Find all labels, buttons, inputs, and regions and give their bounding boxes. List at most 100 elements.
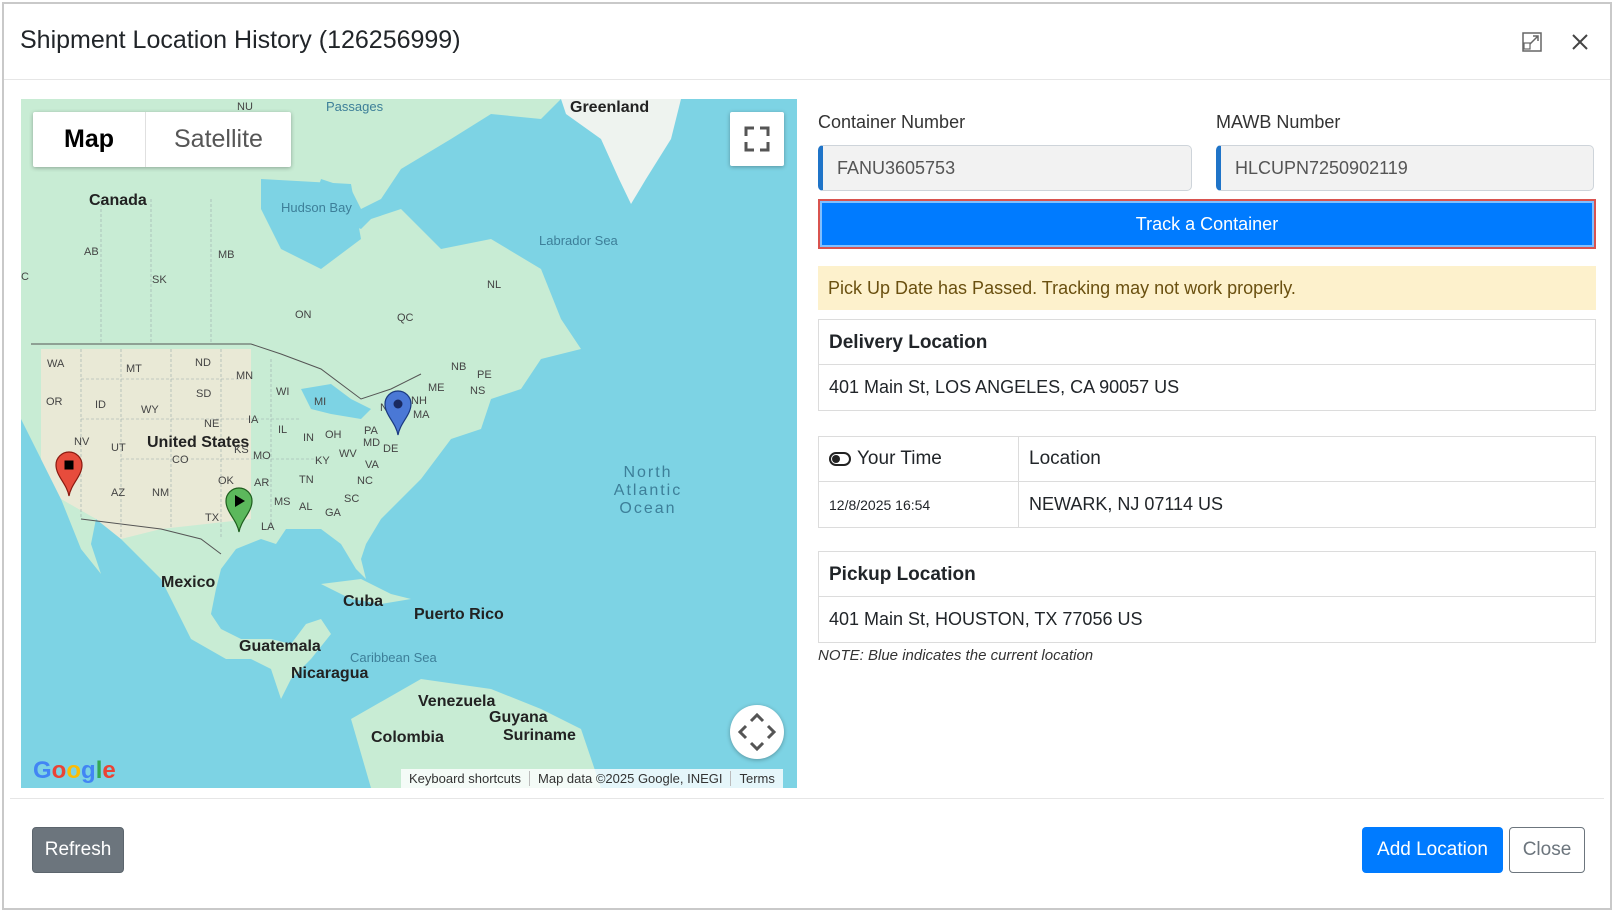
- location-history-table: Your Time Location 12/8/2025 16:54 NEWAR…: [818, 436, 1596, 528]
- time-column-label: Your Time: [857, 448, 942, 469]
- state-label: WI: [276, 386, 290, 398]
- modal-title: Shipment Location History (126256999): [20, 26, 461, 54]
- state-label: IL: [278, 424, 288, 436]
- state-label: MS: [274, 496, 291, 508]
- map-type-satellite-button[interactable]: Satellite: [146, 112, 291, 167]
- map-attribution: Keyboard shortcuts Map data ©2025 Google…: [401, 769, 783, 788]
- state-label: NE: [204, 418, 220, 430]
- state-label: WV: [339, 448, 357, 460]
- map-label-caribbean-sea: Caribbean Sea: [350, 650, 437, 665]
- delivery-location-heading: Delivery Location: [819, 320, 1595, 365]
- location-column-header: Location: [1029, 448, 1101, 469]
- state-label: AB: [84, 246, 99, 258]
- toggle-icon[interactable]: [829, 452, 851, 466]
- state-label: VA: [365, 459, 379, 471]
- modal-footer-divider: [10, 798, 1604, 799]
- state-label: NM: [152, 487, 170, 499]
- state-label: ME: [428, 382, 445, 394]
- map-type-control: Map Satellite: [33, 112, 291, 167]
- current-marker[interactable]: [384, 390, 412, 436]
- map-type-map-button[interactable]: Map: [33, 112, 146, 167]
- state-label: MA: [413, 409, 430, 421]
- google-logo: Google: [33, 757, 116, 784]
- delivery-location-address: 401 Main St, LOS ANGELES, CA 90057 US: [829, 377, 1180, 397]
- row-location: NEWARK, NJ 07114 US: [1029, 494, 1224, 514]
- state-label: IN: [303, 432, 314, 444]
- state-label: DE: [383, 443, 399, 455]
- state-label: KY: [315, 455, 330, 467]
- close-icon[interactable]: [1566, 28, 1594, 56]
- map-label-puerto-rico: Puerto Rico: [414, 606, 504, 623]
- ocean-line-3: Ocean: [619, 500, 677, 517]
- pickup-marker[interactable]: [225, 487, 253, 533]
- state-label: PA: [364, 425, 378, 437]
- state-label: ID: [95, 399, 106, 411]
- add-location-button[interactable]: Add Location: [1362, 827, 1503, 873]
- container-number-input[interactable]: FANU3605753: [818, 145, 1192, 191]
- state-label: WA: [47, 358, 65, 370]
- state-label: MT: [126, 363, 142, 375]
- state-label: ON: [295, 309, 312, 321]
- state-label: AR: [254, 477, 270, 489]
- track-container-button[interactable]: Track a Container: [818, 199, 1596, 249]
- state-label: NB: [451, 361, 467, 373]
- time-column-header[interactable]: Your Time: [819, 437, 1019, 481]
- pickup-location-address: 401 Main St, HOUSTON, TX 77056 US: [829, 609, 1143, 629]
- pickup-date-warning: Pick Up Date has Passed. Tracking may no…: [818, 266, 1596, 310]
- state-label: QC: [397, 312, 414, 324]
- refresh-button[interactable]: Refresh: [32, 827, 124, 873]
- mawb-number-label: MAWB Number: [1216, 112, 1341, 132]
- state-label: ND: [195, 357, 211, 369]
- mawb-number-input[interactable]: HLCUPN7250902119: [1216, 145, 1594, 191]
- pickup-location-card: Pickup Location 401 Main St, HOUSTON, TX…: [818, 551, 1596, 643]
- state-label: SK: [152, 274, 167, 286]
- state-label: TX: [205, 512, 220, 524]
- camera-control-icon: [737, 712, 777, 752]
- state-label: UT: [111, 442, 126, 454]
- state-label: SC: [344, 493, 360, 505]
- close-button[interactable]: Close: [1509, 827, 1585, 873]
- map-label-suriname: Suriname: [503, 727, 576, 744]
- state-label: NS: [470, 385, 486, 397]
- state-label: AZ: [111, 487, 126, 499]
- map-view[interactable]: NU Passages Greenland Canada Hudson Bay …: [21, 99, 797, 788]
- terms-link[interactable]: Terms: [731, 771, 782, 786]
- fullscreen-button[interactable]: [730, 112, 784, 166]
- container-number-label: Container Number: [818, 112, 966, 132]
- keyboard-shortcuts-link[interactable]: Keyboard shortcuts: [401, 771, 531, 786]
- map-label-passages: Passages: [326, 99, 384, 114]
- state-label: MI: [314, 396, 327, 408]
- state-label: MB: [218, 249, 235, 261]
- table-header-row: Your Time Location: [819, 437, 1595, 482]
- current-location-note: NOTE: Blue indicates the current locatio…: [818, 647, 1094, 664]
- map-label-canada: Canada: [89, 192, 147, 209]
- map-label-mexico: Mexico: [161, 574, 216, 591]
- state-label: LA: [261, 521, 275, 533]
- map-label-nicaragua: Nicaragua: [291, 665, 369, 682]
- state-label: OH: [325, 429, 342, 441]
- state-label: NH: [411, 395, 427, 407]
- row-time: 12/8/2025 16:54: [819, 482, 1019, 527]
- modal-header: Shipment Location History (126256999): [4, 4, 1610, 80]
- map-label-colombia: Colombia: [371, 729, 444, 746]
- map-data-text: Map data ©2025 Google, INEGI: [530, 771, 732, 786]
- state-label: MO: [253, 450, 271, 462]
- state-label: WY: [141, 404, 159, 416]
- state-label: OK: [218, 475, 234, 487]
- state-label: PE: [477, 369, 492, 381]
- map-label-guatemala: Guatemala: [239, 638, 321, 655]
- pickup-location-heading: Pickup Location: [819, 552, 1595, 597]
- map-label-labrador-sea: Labrador Sea: [539, 233, 618, 248]
- state-label: GA: [325, 507, 341, 519]
- delivery-marker[interactable]: [55, 451, 83, 497]
- delivery-location-card: Delivery Location 401 Main St, LOS ANGEL…: [818, 319, 1596, 411]
- state-label: AL: [299, 501, 313, 513]
- expand-icon[interactable]: [1518, 28, 1546, 56]
- camera-control-button[interactable]: [730, 705, 784, 759]
- state-label: NL: [487, 279, 502, 291]
- state-label: KS: [234, 444, 249, 456]
- ocean-line-2: Atlantic: [613, 482, 683, 499]
- state-label: TN: [299, 474, 314, 486]
- state-label: MD: [363, 437, 381, 449]
- ocean-line-1: North: [623, 464, 673, 481]
